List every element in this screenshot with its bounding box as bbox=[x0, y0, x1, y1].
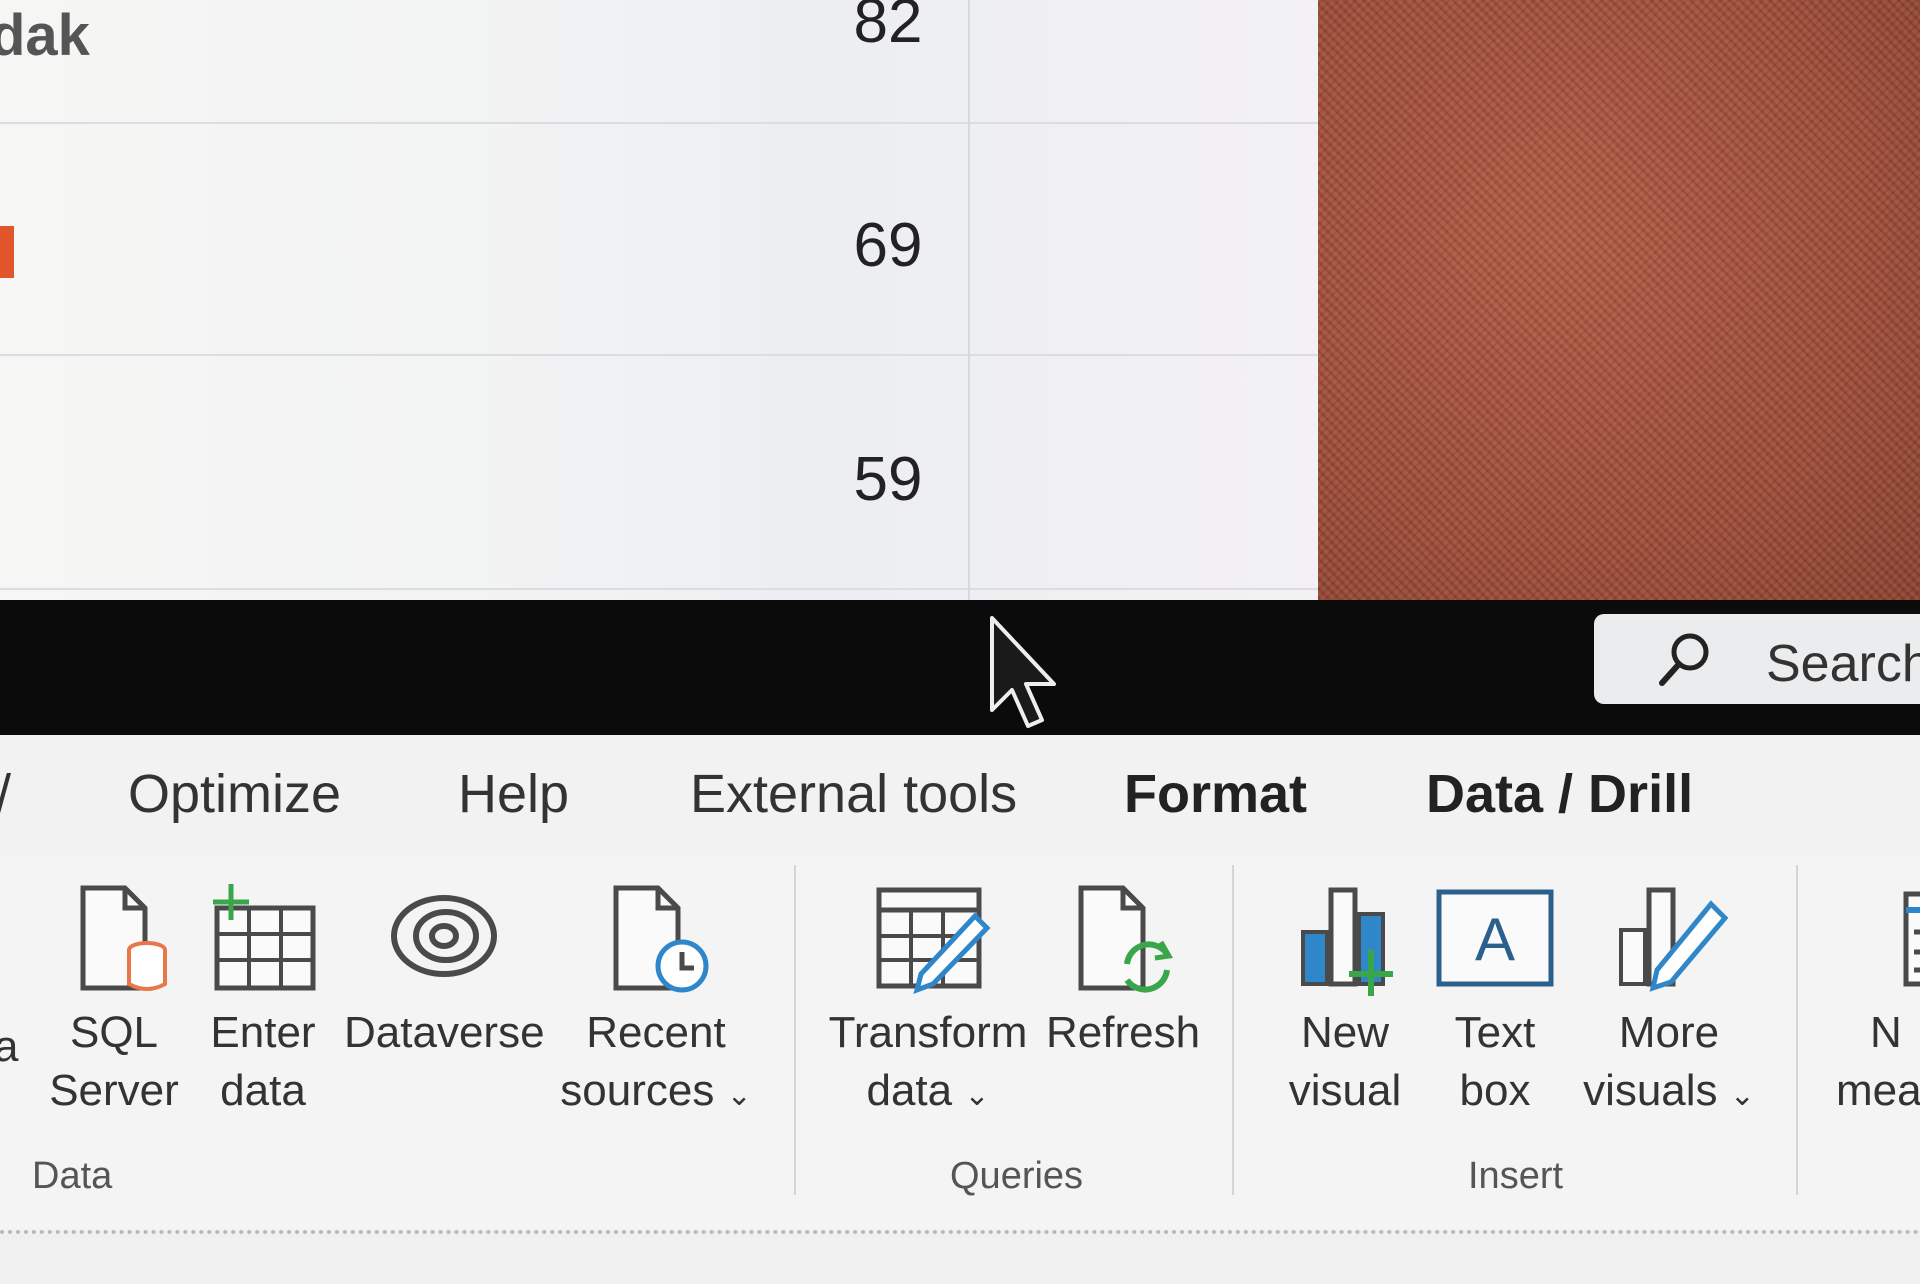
new-measure-icon bbox=[1903, 891, 1920, 987]
tab-data-drill[interactable]: Data / Drill bbox=[1426, 763, 1693, 825]
dataverse-label: Dataverse bbox=[344, 1008, 545, 1057]
new-visual-label-1: New bbox=[1300, 1008, 1390, 1057]
chevron-down-icon: ⌄ bbox=[726, 1079, 752, 1112]
new-measure-label-1: N bbox=[1870, 1008, 1902, 1057]
recent-sources-label-1: Recent bbox=[586, 1008, 726, 1057]
tab-help[interactable]: Help bbox=[458, 763, 569, 825]
menu-tab-bar: / Optimize Help External tools Format Da… bbox=[0, 735, 1920, 855]
group-label-queries: Queries bbox=[950, 1155, 1084, 1197]
enter-data-icon bbox=[213, 884, 316, 991]
sql-server-label-2: Server bbox=[49, 1066, 179, 1115]
group-separator bbox=[1232, 865, 1234, 1195]
new-visual-button[interactable]: New visual bbox=[1270, 880, 1420, 1120]
new-measure-button[interactable]: N mea bbox=[1836, 880, 1920, 1120]
sql-server-button[interactable]: SQL Server bbox=[44, 880, 184, 1120]
table-row[interactable]: 69 bbox=[0, 122, 1318, 356]
search-label: Search bbox=[1766, 635, 1920, 693]
more-visuals-icon bbox=[1619, 887, 1729, 992]
recent-sources-icon bbox=[613, 885, 709, 993]
table-row[interactable]: dak 82 bbox=[0, 0, 1318, 124]
more-visuals-button[interactable]: More visuals ⌄ bbox=[1574, 880, 1764, 1125]
ribbon: a SQL Server Enter data Dataverse Recent… bbox=[0, 855, 1920, 1230]
tab-optimize[interactable]: Optimize bbox=[128, 763, 341, 825]
more-visuals-label-2: visuals bbox=[1583, 1066, 1718, 1115]
tab-format[interactable]: Format bbox=[1124, 763, 1307, 825]
column-divider bbox=[968, 0, 970, 600]
row-accent-bar bbox=[0, 226, 14, 278]
row-value: 69 bbox=[853, 211, 923, 280]
enter-data-button[interactable]: Enter data bbox=[198, 880, 328, 1120]
chevron-down-icon: ⌄ bbox=[1729, 1079, 1755, 1112]
enter-data-label-2: data bbox=[220, 1066, 306, 1115]
new-visual-icon bbox=[1301, 887, 1393, 996]
sql-server-icon bbox=[80, 885, 167, 991]
row-label: dak bbox=[0, 3, 90, 68]
sql-server-label-1: SQL bbox=[69, 1008, 159, 1057]
transform-data-label-1: Transform bbox=[828, 1008, 1028, 1057]
chevron-down-icon: ⌄ bbox=[964, 1079, 990, 1112]
more-visuals-label-1: More bbox=[1618, 1008, 1720, 1057]
mouse-cursor-icon bbox=[990, 616, 1056, 728]
ribbon-bottom-edge bbox=[0, 1230, 1920, 1284]
transform-data-label-2: data bbox=[866, 1066, 953, 1115]
search-icon bbox=[1659, 633, 1709, 686]
group-separator bbox=[794, 865, 796, 1195]
text-box-label-2: box bbox=[1459, 1066, 1531, 1115]
refresh-button[interactable]: Refresh bbox=[1046, 880, 1201, 1062]
dataverse-button[interactable]: Dataverse bbox=[344, 880, 545, 1062]
svg-text:A: A bbox=[1475, 906, 1515, 973]
group-separator bbox=[1796, 865, 1798, 1195]
text-box-label-1: Text bbox=[1454, 1008, 1536, 1057]
tab-external-tools[interactable]: External tools bbox=[690, 763, 1017, 825]
tab-partial-separator: / bbox=[0, 763, 11, 825]
ribbon-button-partial[interactable]: a bbox=[0, 1010, 18, 1076]
desktop-wallpaper bbox=[1318, 0, 1920, 600]
recent-sources-label-2: sources bbox=[560, 1066, 715, 1115]
new-visual-label-2: visual bbox=[1288, 1066, 1402, 1115]
table-row[interactable]: 59 bbox=[0, 356, 1318, 590]
search-box[interactable]: Search bbox=[1594, 614, 1920, 704]
new-measure-label-2: mea bbox=[1836, 1066, 1920, 1115]
transform-data-icon bbox=[876, 887, 991, 995]
refresh-label: Refresh bbox=[1046, 1008, 1201, 1057]
group-label-insert: Insert bbox=[1468, 1155, 1564, 1197]
row-value: 59 bbox=[853, 445, 923, 514]
data-table-panel: dak 82 69 59 bbox=[0, 0, 1318, 600]
group-label-data: Data bbox=[32, 1155, 113, 1197]
dataverse-icon bbox=[391, 895, 497, 977]
text-box-icon: A bbox=[1436, 889, 1554, 987]
text-box-button[interactable]: A Text box bbox=[1420, 880, 1570, 1120]
transform-data-button[interactable]: Transform data ⌄ bbox=[828, 880, 1028, 1125]
recent-sources-button[interactable]: Recent sources ⌄ bbox=[556, 880, 756, 1125]
enter-data-label-1: Enter bbox=[210, 1008, 316, 1057]
refresh-icon bbox=[1078, 885, 1173, 993]
row-value: 82 bbox=[853, 0, 923, 56]
